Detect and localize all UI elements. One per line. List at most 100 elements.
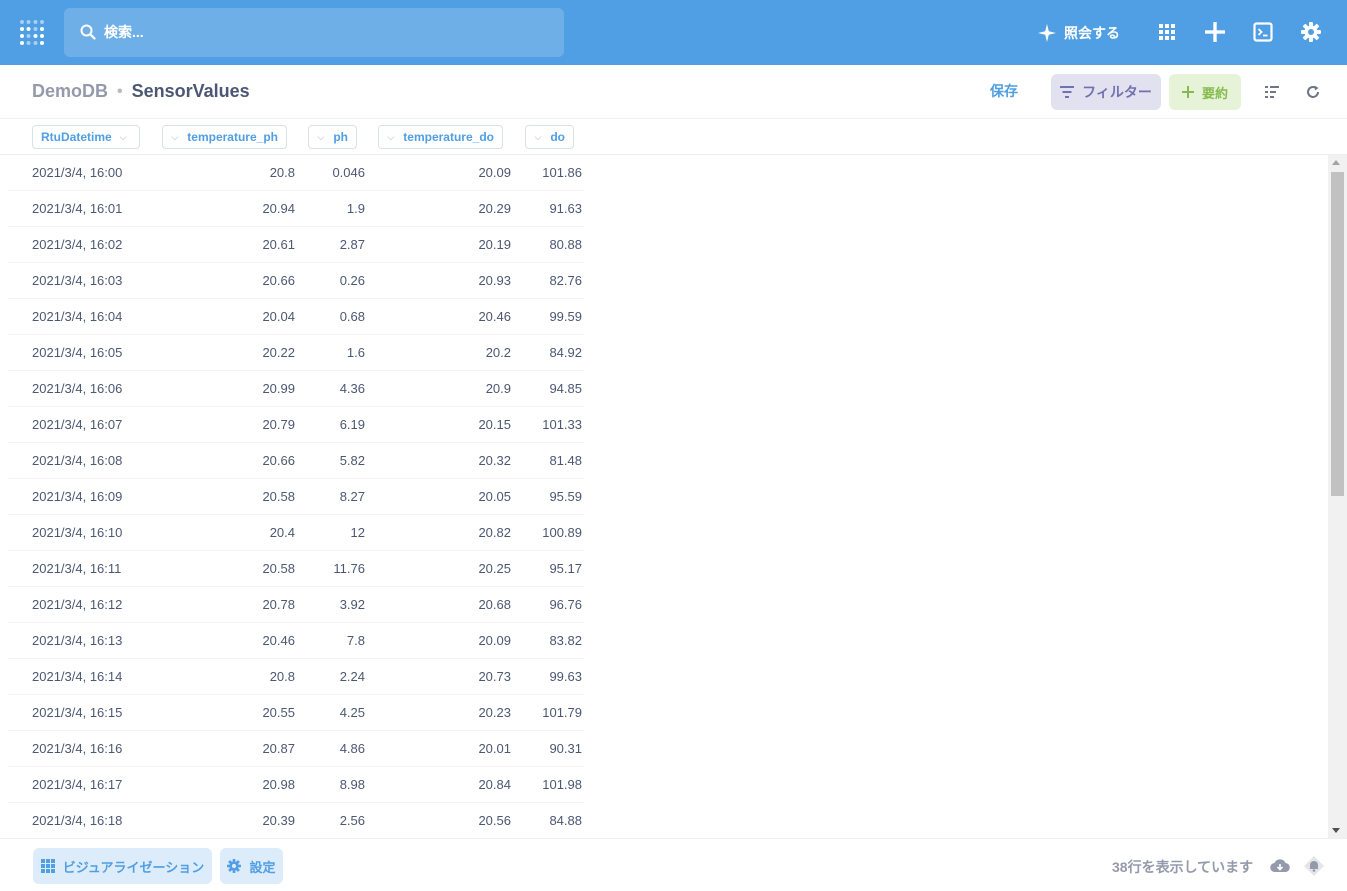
table-cell[interactable]: 4.36 xyxy=(340,371,365,407)
table-cell[interactable]: 20.19 xyxy=(478,227,511,263)
table-cell[interactable]: 20.56 xyxy=(478,803,511,838)
table-cell[interactable]: 20.58 xyxy=(262,479,295,515)
table-cell[interactable]: 99.59 xyxy=(549,299,582,335)
table-cell[interactable]: 91.63 xyxy=(549,191,582,227)
table-cell[interactable]: 20.98 xyxy=(262,767,295,803)
table-cell[interactable]: 83.82 xyxy=(549,623,582,659)
list-icon[interactable] xyxy=(1262,82,1282,102)
save-button[interactable]: 保存 xyxy=(990,81,1018,101)
table-cell[interactable]: 20.8 xyxy=(270,659,295,695)
table-cell[interactable]: 20.4 xyxy=(270,515,295,551)
table-cell[interactable]: 101.98 xyxy=(542,767,582,803)
table-cell[interactable]: 99.63 xyxy=(549,659,582,695)
table-cell[interactable]: 1.6 xyxy=(347,335,365,371)
table-cell[interactable]: 4.86 xyxy=(340,731,365,767)
table-cell[interactable]: 20.66 xyxy=(262,443,295,479)
vertical-scrollbar[interactable] xyxy=(1328,155,1347,838)
table-row[interactable]: 2021/3/4, 16:10 20.4 12 20.82 100.89 xyxy=(8,515,584,551)
summarize-button[interactable]: 要約 xyxy=(1169,74,1241,110)
search-input[interactable] xyxy=(104,20,544,44)
table-cell[interactable]: 8.98 xyxy=(340,767,365,803)
table-cell[interactable]: 20.73 xyxy=(478,659,511,695)
table-cell[interactable]: 95.17 xyxy=(549,551,582,587)
table-cell[interactable]: 20.78 xyxy=(262,587,295,623)
table-cell[interactable]: 20.82 xyxy=(478,515,511,551)
table-cell[interactable]: 3.92 xyxy=(340,587,365,623)
table-row[interactable]: 2021/3/4, 16:18 20.39 2.56 20.56 84.88 xyxy=(8,803,584,838)
table-cell[interactable]: 12 xyxy=(351,515,365,551)
alert-bell-icon[interactable] xyxy=(1303,855,1325,877)
table-cell[interactable]: 80.88 xyxy=(549,227,582,263)
table-cell[interactable]: 20.09 xyxy=(478,623,511,659)
table-cell[interactable]: 2021/3/4, 16:07 xyxy=(32,407,122,443)
table-row[interactable]: 2021/3/4, 16:05 20.22 1.6 20.2 84.92 xyxy=(8,335,584,371)
table-cell[interactable]: 2021/3/4, 16:15 xyxy=(32,695,122,731)
table-cell[interactable]: 94.85 xyxy=(549,371,582,407)
table-cell[interactable]: 20.58 xyxy=(262,551,295,587)
table-cell[interactable]: 84.88 xyxy=(549,803,582,838)
sql-editor-icon[interactable] xyxy=(1251,20,1275,44)
table-cell[interactable]: 81.48 xyxy=(549,443,582,479)
table-cell[interactable]: 4.25 xyxy=(340,695,365,731)
column-header-ph[interactable]: ⌵ ph xyxy=(308,125,357,149)
table-cell[interactable]: 2.56 xyxy=(340,803,365,838)
table-cell[interactable]: 20.15 xyxy=(478,407,511,443)
table-cell[interactable]: 0.26 xyxy=(340,263,365,299)
table-cell[interactable]: 2021/3/4, 16:11 xyxy=(32,551,121,587)
table-cell[interactable]: 20.61 xyxy=(262,227,295,263)
table-row[interactable]: 2021/3/4, 16:01 20.94 1.9 20.29 91.63 xyxy=(8,191,584,227)
table-cell[interactable]: 20.8 xyxy=(270,155,295,191)
table-cell[interactable]: 20.79 xyxy=(262,407,295,443)
table-cell[interactable]: 84.92 xyxy=(549,335,582,371)
table-cell[interactable]: 20.29 xyxy=(478,191,511,227)
table-cell[interactable]: 2.87 xyxy=(340,227,365,263)
column-header-rtudatetime[interactable]: RtuDatetime ⌵ xyxy=(32,125,140,149)
table-cell[interactable]: 20.84 xyxy=(478,767,511,803)
table-cell[interactable]: 11.76 xyxy=(333,551,365,587)
table-row[interactable]: 2021/3/4, 16:08 20.66 5.82 20.32 81.48 xyxy=(8,443,584,479)
column-header-temperature-ph[interactable]: ⌵ temperature_ph xyxy=(162,125,287,149)
table-cell[interactable]: 20.66 xyxy=(262,263,295,299)
table-row[interactable]: 2021/3/4, 16:07 20.79 6.19 20.15 101.33 xyxy=(8,407,584,443)
table-row[interactable]: 2021/3/4, 16:03 20.66 0.26 20.93 82.76 xyxy=(8,263,584,299)
table-cell[interactable]: 2021/3/4, 16:03 xyxy=(32,263,122,299)
table-cell[interactable]: 95.59 xyxy=(549,479,582,515)
table-row[interactable]: 2021/3/4, 16:13 20.46 7.8 20.09 83.82 xyxy=(8,623,584,659)
table-row[interactable]: 2021/3/4, 16:15 20.55 4.25 20.23 101.79 xyxy=(8,695,584,731)
table-cell[interactable]: 20.87 xyxy=(262,731,295,767)
table-cell[interactable]: 20.04 xyxy=(262,299,295,335)
download-icon[interactable] xyxy=(1269,855,1291,877)
table-cell[interactable]: 20.94 xyxy=(262,191,295,227)
table-row[interactable]: 2021/3/4, 16:16 20.87 4.86 20.01 90.31 xyxy=(8,731,584,767)
plus-icon[interactable] xyxy=(1203,20,1227,44)
table-cell[interactable]: 20.09 xyxy=(478,155,511,191)
table-cell[interactable]: 20.9 xyxy=(486,371,511,407)
scroll-thumb[interactable] xyxy=(1331,172,1344,496)
table-cell[interactable]: 20.23 xyxy=(478,695,511,731)
table-cell[interactable]: 20.32 xyxy=(478,443,511,479)
table-cell[interactable]: 100.89 xyxy=(542,515,582,551)
table-cell[interactable]: 2021/3/4, 16:10 xyxy=(32,515,122,551)
table-cell[interactable]: 96.76 xyxy=(549,587,582,623)
table-cell[interactable]: 20.39 xyxy=(262,803,295,838)
table-cell[interactable]: 2021/3/4, 16:12 xyxy=(32,587,122,623)
table-row[interactable]: 2021/3/4, 16:04 20.04 0.68 20.46 99.59 xyxy=(8,299,584,335)
table-row[interactable]: 2021/3/4, 16:09 20.58 8.27 20.05 95.59 xyxy=(8,479,584,515)
table-cell[interactable]: 20.46 xyxy=(262,623,295,659)
table-cell[interactable]: 20.22 xyxy=(262,335,295,371)
breadcrumb-database[interactable]: DemoDB xyxy=(32,81,108,102)
table-cell[interactable]: 2021/3/4, 16:09 xyxy=(32,479,122,515)
scroll-down-arrow-icon[interactable] xyxy=(1332,828,1340,833)
table-cell[interactable]: 20.55 xyxy=(262,695,295,731)
table-cell[interactable]: 2021/3/4, 16:00 xyxy=(32,155,122,191)
table-cell[interactable]: 90.31 xyxy=(549,731,582,767)
scroll-up-arrow-icon[interactable] xyxy=(1332,160,1340,165)
table-cell[interactable]: 2021/3/4, 16:14 xyxy=(32,659,122,695)
table-cell[interactable]: 2021/3/4, 16:01 xyxy=(32,191,122,227)
table-row[interactable]: 2021/3/4, 16:14 20.8 2.24 20.73 99.63 xyxy=(8,659,584,695)
settings-button[interactable]: 設定 xyxy=(220,848,283,884)
gear-icon[interactable] xyxy=(1299,20,1323,44)
table-cell[interactable]: 2021/3/4, 16:02 xyxy=(32,227,122,263)
table-cell[interactable]: 6.19 xyxy=(340,407,365,443)
table-cell[interactable]: 2021/3/4, 16:08 xyxy=(32,443,122,479)
